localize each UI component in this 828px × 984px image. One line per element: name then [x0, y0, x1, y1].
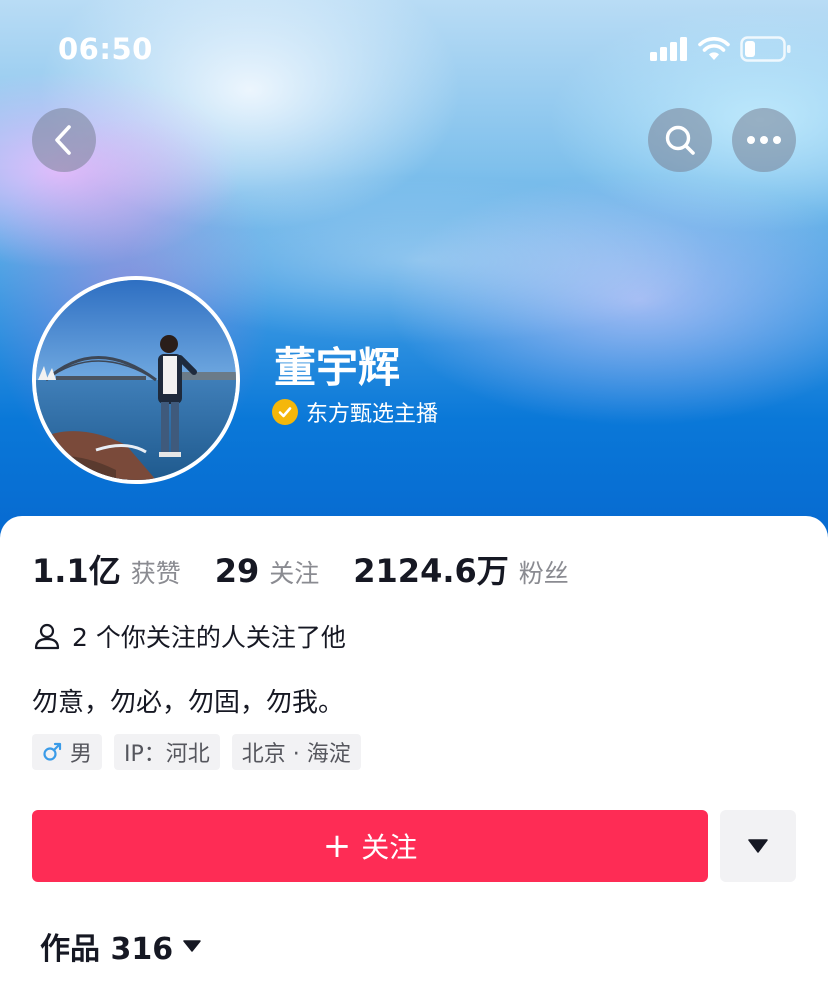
more-icon	[747, 136, 781, 144]
stat-following[interactable]: 29 关注	[215, 552, 320, 590]
stat-value: 29	[214, 552, 260, 590]
profile-name: 董宇辉	[274, 343, 401, 392]
status-time: 06:50	[58, 32, 153, 66]
tag-text: 北京 · 海淀	[241, 742, 351, 767]
more-button[interactable]	[732, 108, 796, 172]
male-icon	[43, 742, 62, 761]
person-icon	[34, 623, 60, 650]
stat-value: 2124.6万	[353, 552, 509, 590]
status-icons	[650, 36, 792, 62]
verified-badge-icon	[272, 399, 298, 425]
signal-icon	[650, 37, 687, 61]
back-arrow-icon	[55, 125, 71, 155]
status-bar: 06:50	[0, 0, 828, 100]
tag-text: IP：河北	[124, 742, 210, 767]
tag-ip: IP：河北	[114, 734, 220, 770]
stat-label: 粉丝	[518, 559, 569, 588]
avatar-photo	[36, 280, 236, 480]
battery-icon	[740, 36, 791, 62]
profile-tags: 男 IP：河北 北京 · 海淀	[32, 734, 361, 770]
stat-followers[interactable]: 2124.6万 粉丝	[353, 546, 569, 592]
caret-down-icon	[748, 839, 768, 853]
avatar[interactable]	[32, 276, 240, 484]
plus-icon: +	[322, 826, 352, 866]
search-icon	[665, 125, 695, 155]
stat-label: 获赞	[130, 559, 181, 588]
stats-row: 1.1亿 获赞 29 关注 2124.6万 粉丝	[32, 546, 569, 592]
stat-label: 关注	[269, 559, 320, 588]
mutual-followers[interactable]: 2 个你关注的人关注了他	[32, 618, 346, 654]
back-button[interactable]	[32, 108, 96, 172]
tag-gender: 男	[32, 734, 103, 770]
verified-title: 东方甄选主播	[272, 396, 438, 428]
search-button[interactable]	[648, 108, 712, 172]
mutual-followers-text: 2 个你关注的人关注了他	[72, 623, 346, 652]
bio: 勿意，勿必，勿固，勿我。	[32, 688, 345, 718]
follow-button[interactable]: + 关注	[32, 810, 708, 882]
follow-dropdown-button[interactable]	[720, 810, 796, 882]
verified-title-text: 东方甄选主播	[306, 402, 439, 427]
follow-button-label: 关注	[361, 831, 418, 864]
tab-works-label: 作品 316	[40, 932, 174, 967]
caret-down-icon	[183, 940, 201, 952]
stat-value: 1.1亿	[32, 552, 121, 590]
tab-works[interactable]: 作品 316	[40, 924, 201, 968]
stat-likes[interactable]: 1.1亿 获赞	[32, 546, 181, 592]
wifi-icon	[698, 37, 730, 60]
profile-info-sheet: 1.1亿 获赞 29 关注 2124.6万 粉丝 2 个你关注的人关注了他 勿意…	[0, 516, 828, 984]
tag-location: 北京 · 海淀	[231, 734, 361, 770]
tag-text: 男	[70, 742, 93, 767]
